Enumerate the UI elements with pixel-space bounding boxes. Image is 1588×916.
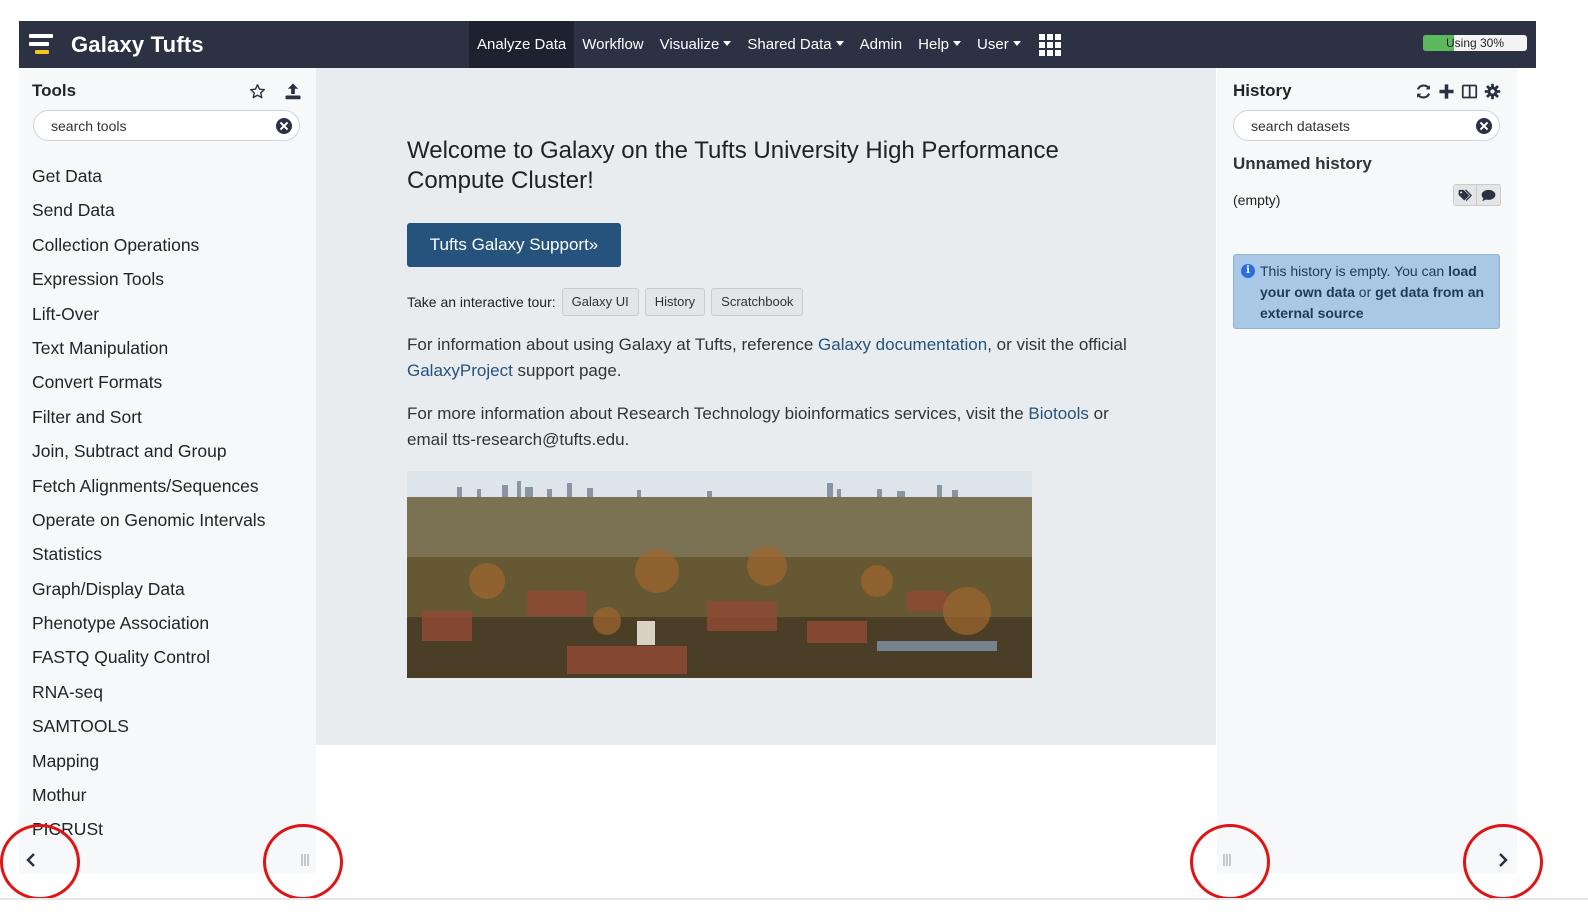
galaxy-logo-icon [29, 32, 57, 58]
columns-icon[interactable] [1461, 83, 1478, 100]
tool-section-item[interactable]: Expression Tools [32, 269, 312, 303]
caret-down-icon [953, 41, 962, 46]
left-panel-drag-handle[interactable] [301, 854, 311, 866]
history-editor-buttons [1453, 184, 1501, 206]
tool-section-item[interactable]: Mapping [32, 751, 312, 785]
tool-section-list: Get Data Send Data Collection Operations Ex… [32, 166, 312, 856]
chevron-right-icon [1499, 853, 1508, 867]
galaxyproject-link[interactable]: GalaxyProject [407, 361, 513, 380]
apps-grid-icon[interactable] [1029, 21, 1071, 68]
caret-down-icon [835, 41, 844, 46]
tour-row: Take an interactive tour: Galaxy UI Hist… [407, 288, 804, 316]
brand-title: Galaxy Tufts [71, 31, 204, 57]
masthead: Galaxy Tufts Analyze Data Workflow Visua… [19, 21, 1536, 68]
tool-section-item[interactable]: Mothur [32, 785, 312, 819]
tool-section-item[interactable]: Statistics [32, 544, 312, 578]
right-panel-drag-handle[interactable] [1223, 854, 1233, 866]
caret-down-icon [723, 41, 732, 46]
clear-search-icon[interactable] [276, 118, 292, 134]
history-search-input[interactable] [1234, 111, 1499, 140]
tool-section-item[interactable]: FASTQ Quality Control [32, 647, 312, 681]
caret-down-icon [1012, 41, 1021, 46]
center-panel: Welcome to Galaxy on the Tufts Universit… [316, 68, 1216, 745]
tour-scratchbook-button[interactable]: Scratchbook [711, 288, 804, 316]
tool-section-item[interactable]: Get Data [32, 166, 312, 200]
tool-panel: Tools Get DataSend DataCollection Operat… [19, 68, 316, 873]
nav-shared-data[interactable]: Shared Data [739, 21, 851, 68]
chevron-left-icon [26, 853, 35, 867]
tour-galaxy-ui-button[interactable]: Galaxy UI [561, 288, 639, 316]
tool-section-item[interactable]: Convert Formats [32, 372, 312, 406]
nav-workflow[interactable]: Workflow [574, 21, 651, 68]
tour-history-button[interactable]: History [644, 288, 706, 316]
gear-icon[interactable] [1484, 83, 1501, 100]
upload-icon[interactable] [284, 82, 302, 100]
tool-search-input[interactable] [34, 111, 299, 140]
nav-analyze-data[interactable]: Analyze Data [469, 21, 575, 68]
tool-section-item[interactable]: SAMTOOLS [32, 716, 312, 750]
main-nav: Analyze Data Workflow Visualize Shared D… [469, 21, 1071, 68]
tool-section-item[interactable]: Phenotype Association [32, 613, 312, 647]
tool-section-item[interactable]: Collection Operations [32, 235, 312, 269]
tour-label: Take an interactive tour: [407, 294, 556, 310]
campus-aerial-photo [407, 471, 1032, 678]
tool-panel-title: Tools [32, 81, 77, 100]
info-paragraph: For information about using Galaxy at Tu… [407, 335, 1127, 380]
clear-search-icon[interactable] [1476, 118, 1492, 134]
tool-section-item[interactable]: Filter and Sort [32, 407, 312, 441]
tool-section-item[interactable]: Fetch Alignments/Sequences [32, 476, 312, 510]
tool-section-item[interactable]: Send Data [32, 200, 312, 234]
history-name[interactable]: Unnamed history [1233, 154, 1372, 174]
tool-section-item[interactable]: Operate on Genomic Intervals [32, 510, 312, 544]
collapse-right-panel-button[interactable] [1491, 847, 1515, 873]
galaxy-app: Galaxy Tufts Analyze Data Workflow Visua… [19, 21, 1536, 889]
bottom-divider [0, 898, 1588, 900]
nav-admin[interactable]: Admin [852, 21, 911, 68]
tool-section-item[interactable]: Graph/Display Data [32, 579, 312, 613]
brand-link[interactable]: Galaxy Tufts [29, 21, 204, 68]
comment-icon[interactable] [1477, 184, 1501, 206]
research-paragraph: For more information about Research Tech… [407, 404, 1109, 449]
tool-section-item[interactable]: Lift-Over [32, 304, 312, 338]
galaxy-documentation-link[interactable]: Galaxy documentation [818, 335, 987, 354]
biotools-link[interactable]: Biotools [1028, 404, 1088, 423]
history-panel-title: History [1233, 81, 1292, 100]
refresh-icon[interactable] [1415, 83, 1432, 100]
tool-panel-header: Tools [32, 80, 302, 102]
tags-icon[interactable] [1453, 184, 1477, 206]
tool-section-item[interactable]: Join, Subtract and Group [32, 441, 312, 475]
tool-search-box [33, 110, 300, 141]
tool-section-item[interactable]: Text Manipulation [32, 338, 312, 372]
collapse-left-panel-button[interactable] [19, 847, 43, 873]
tool-section-item[interactable]: PICRUSt [32, 819, 312, 853]
info-icon: i [1241, 264, 1255, 278]
nav-user[interactable]: User [969, 21, 1029, 68]
nav-help[interactable]: Help [910, 21, 969, 68]
star-icon[interactable] [249, 83, 266, 100]
empty-history-alert: i This history is empty. You can load yo… [1233, 254, 1500, 329]
history-panel: History Unnamed history (empty) i This h [1217, 68, 1517, 873]
plus-icon[interactable] [1438, 83, 1455, 100]
tufts-galaxy-support-button[interactable]: Tufts Galaxy Support» [407, 223, 621, 267]
welcome-heading: Welcome to Galaxy on the Tufts Universit… [407, 137, 1059, 194]
history-size: (empty) [1233, 192, 1281, 208]
quota-meter[interactable]: Using 30% [1423, 35, 1527, 51]
history-panel-header: History [1233, 80, 1501, 102]
history-search-box [1233, 110, 1500, 141]
quota-label: Using 30% [1445, 36, 1505, 50]
tool-section-item[interactable]: RNA-seq [32, 682, 312, 716]
nav-visualize[interactable]: Visualize [652, 21, 740, 68]
